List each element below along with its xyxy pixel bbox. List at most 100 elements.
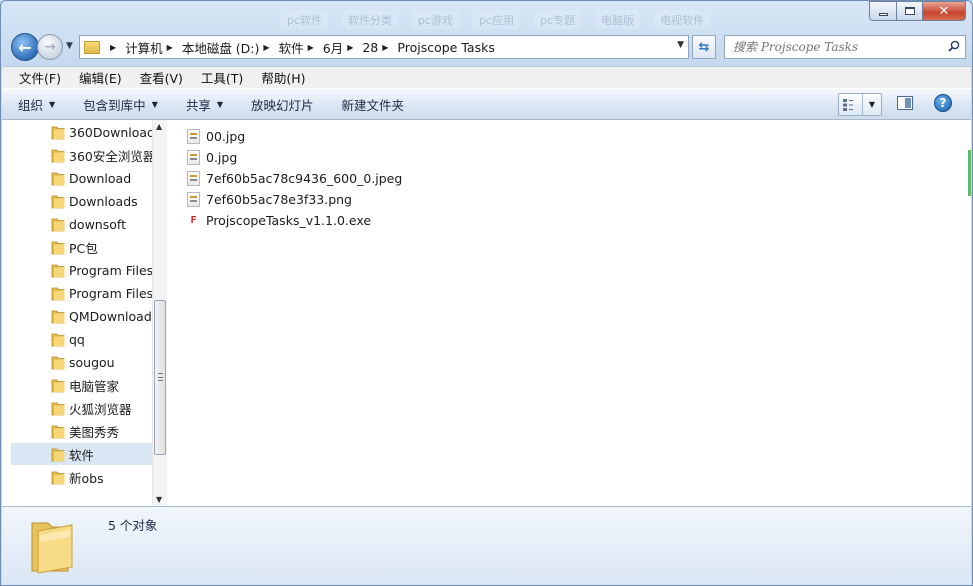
chevron-down-icon: ▼	[151, 99, 158, 109]
organize-button[interactable]: 组织 ▼	[18, 95, 55, 114]
breadcrumb-current[interactable]: Projscope Tasks	[397, 40, 494, 55]
edge-indicator	[968, 150, 971, 196]
refresh-icon: ⇆	[698, 39, 710, 55]
menu-file[interactable]: 文件(F)	[10, 68, 70, 87]
tree-item[interactable]: PC包	[11, 236, 152, 258]
folder-tree: 360Download 360安全浏览器 Download Downloads down…	[2, 120, 152, 506]
file-item[interactable]: 7ef60b5ac78c9436_600_0.jpeg	[187, 168, 402, 188]
help-button[interactable]: ?	[934, 94, 952, 112]
tree-item[interactable]: Program Files	[11, 282, 152, 304]
breadcrumb-28[interactable]: 28 ▶	[362, 40, 397, 55]
file-name: 7ef60b5ac78e3f33.png	[206, 191, 352, 207]
menu-tools[interactable]: 工具(T)	[192, 68, 252, 87]
tree-item[interactable]: 电脑管家	[11, 374, 152, 396]
folder-icon	[51, 379, 65, 393]
file-item[interactable]: 7ef60b5ac78e3f33.png	[187, 189, 352, 209]
file-name: 00.jpg	[206, 128, 246, 144]
chevron-right-icon[interactable]: ▶	[110, 43, 116, 52]
forward-button[interactable]: →	[37, 34, 63, 60]
new-folder-button[interactable]: 新建文件夹	[342, 95, 405, 114]
view-options-dropdown[interactable]: ▼	[863, 100, 881, 109]
chevron-right-icon[interactable]: ▶	[308, 43, 314, 52]
background-title: pc专题	[534, 11, 582, 29]
explorer-window: pc软件 软件分类 pc游戏 pc应用 pc专题 电脑版 电视软件 ✕ ← → …	[0, 0, 973, 586]
minimize-button[interactable]	[869, 1, 896, 21]
scroll-up-arrow-icon[interactable]: ▲	[156, 122, 162, 131]
item-count: 5 个对象	[108, 518, 158, 533]
refresh-button[interactable]: ⇆	[692, 35, 716, 59]
breadcrumb-computer[interactable]: 计算机 ▶	[125, 38, 182, 57]
tree-item[interactable]: 美图秀秀	[11, 420, 152, 442]
menu-view[interactable]: 查看(V)	[131, 68, 192, 87]
tree-item[interactable]: 360Download	[11, 121, 152, 143]
chevron-down-icon: ▼	[49, 99, 56, 109]
tree-item[interactable]: 360安全浏览器	[11, 144, 152, 166]
nav-scrollbar[interactable]: ▲ ▼	[152, 120, 167, 506]
breadcrumb-june[interactable]: 6月 ▶	[323, 38, 363, 57]
chevron-right-icon[interactable]: ▶	[382, 43, 388, 52]
folder-icon	[51, 287, 65, 301]
folder-icon	[51, 471, 65, 485]
folder-icon	[51, 356, 65, 370]
command-bar: 组织 ▼ 包含到库中 ▼ 共享 ▼ 放映幻灯片 新建文件夹 ▼ ?	[2, 88, 971, 120]
recent-pages-dropdown[interactable]: ▼	[66, 41, 73, 51]
file-name: 7ef60b5ac78c9436_600_0.jpeg	[206, 170, 403, 186]
minimize-icon	[878, 12, 888, 16]
tree-item[interactable]: qq	[11, 328, 152, 350]
preview-pane-button[interactable]	[897, 96, 913, 110]
background-title: 软件分类	[342, 11, 399, 29]
tree-item[interactable]: Program Files	[11, 259, 152, 281]
caption-buttons: ✕	[869, 1, 966, 21]
back-button[interactable]: ←	[11, 33, 39, 61]
maximize-button[interactable]	[896, 1, 922, 21]
folder-icon	[51, 402, 65, 416]
chevron-down-icon: ▼	[216, 99, 224, 109]
scrollbar-thumb[interactable]	[154, 300, 166, 455]
tree-item[interactable]: Downloads	[11, 190, 152, 212]
search-icon[interactable]	[948, 40, 960, 52]
breadcrumb-software[interactable]: 软件 ▶	[279, 38, 323, 57]
address-bar[interactable]: ▶ 计算机 ▶ 本地磁盘 (D:) ▶ 软件 ▶ 6月 ▶ 28 ▶ Projscope …	[79, 35, 689, 59]
file-item[interactable]: 00.jpg	[187, 126, 245, 146]
close-icon: ✕	[938, 3, 950, 19]
folder-icon	[51, 149, 65, 163]
image-file-icon	[187, 170, 200, 186]
chevron-right-icon[interactable]: ▶	[263, 43, 269, 52]
close-button[interactable]: ✕	[922, 1, 966, 21]
tree-item[interactable]: 新obs	[11, 466, 152, 488]
chevron-right-icon[interactable]: ▶	[347, 43, 353, 52]
background-title: pc软件	[281, 11, 329, 29]
slideshow-button[interactable]: 放映幻灯片	[251, 95, 314, 114]
image-file-icon	[187, 191, 200, 207]
search-input[interactable]	[733, 40, 933, 54]
include-in-library-button[interactable]: 包含到库中 ▼	[83, 95, 158, 114]
tree-item[interactable]: Download	[11, 167, 152, 189]
tree-item[interactable]: QMDownload	[11, 305, 152, 327]
menu-edit[interactable]: 编辑(E)	[70, 68, 131, 87]
address-dropdown[interactable]: ▼	[677, 40, 684, 50]
tree-item[interactable]: 火狐浏览器	[11, 397, 152, 419]
tree-item[interactable]: 软件	[11, 443, 152, 465]
folder-icon	[51, 241, 65, 255]
help-icon: ?	[939, 96, 947, 110]
file-item[interactable]: F ProjscopeTasks_v1.1.0.exe	[187, 210, 371, 230]
tree-item[interactable]: sougou	[11, 351, 152, 373]
tree-item[interactable]: downsoft	[11, 213, 152, 235]
maximize-icon	[904, 7, 915, 15]
background-title: pc应用	[473, 11, 521, 29]
file-item[interactable]: 0.jpg	[187, 147, 237, 167]
background-title: 电视软件	[654, 11, 711, 29]
executable-file-icon: F	[190, 214, 197, 226]
breadcrumb-drive[interactable]: 本地磁盘 (D:) ▶	[182, 38, 279, 57]
change-view-button[interactable]: ▼	[838, 93, 882, 116]
arrow-left-icon: ←	[18, 37, 32, 57]
folder-icon	[51, 195, 65, 209]
folder-icon	[31, 522, 73, 574]
share-button[interactable]: 共享 ▼	[186, 95, 223, 114]
menu-help[interactable]: 帮助(H)	[252, 68, 314, 87]
scroll-down-arrow-icon[interactable]: ▼	[156, 495, 162, 504]
chevron-right-icon[interactable]: ▶	[167, 43, 173, 52]
folder-icon	[51, 172, 65, 186]
arrow-right-icon: →	[44, 39, 56, 55]
folder-icon	[51, 448, 65, 462]
